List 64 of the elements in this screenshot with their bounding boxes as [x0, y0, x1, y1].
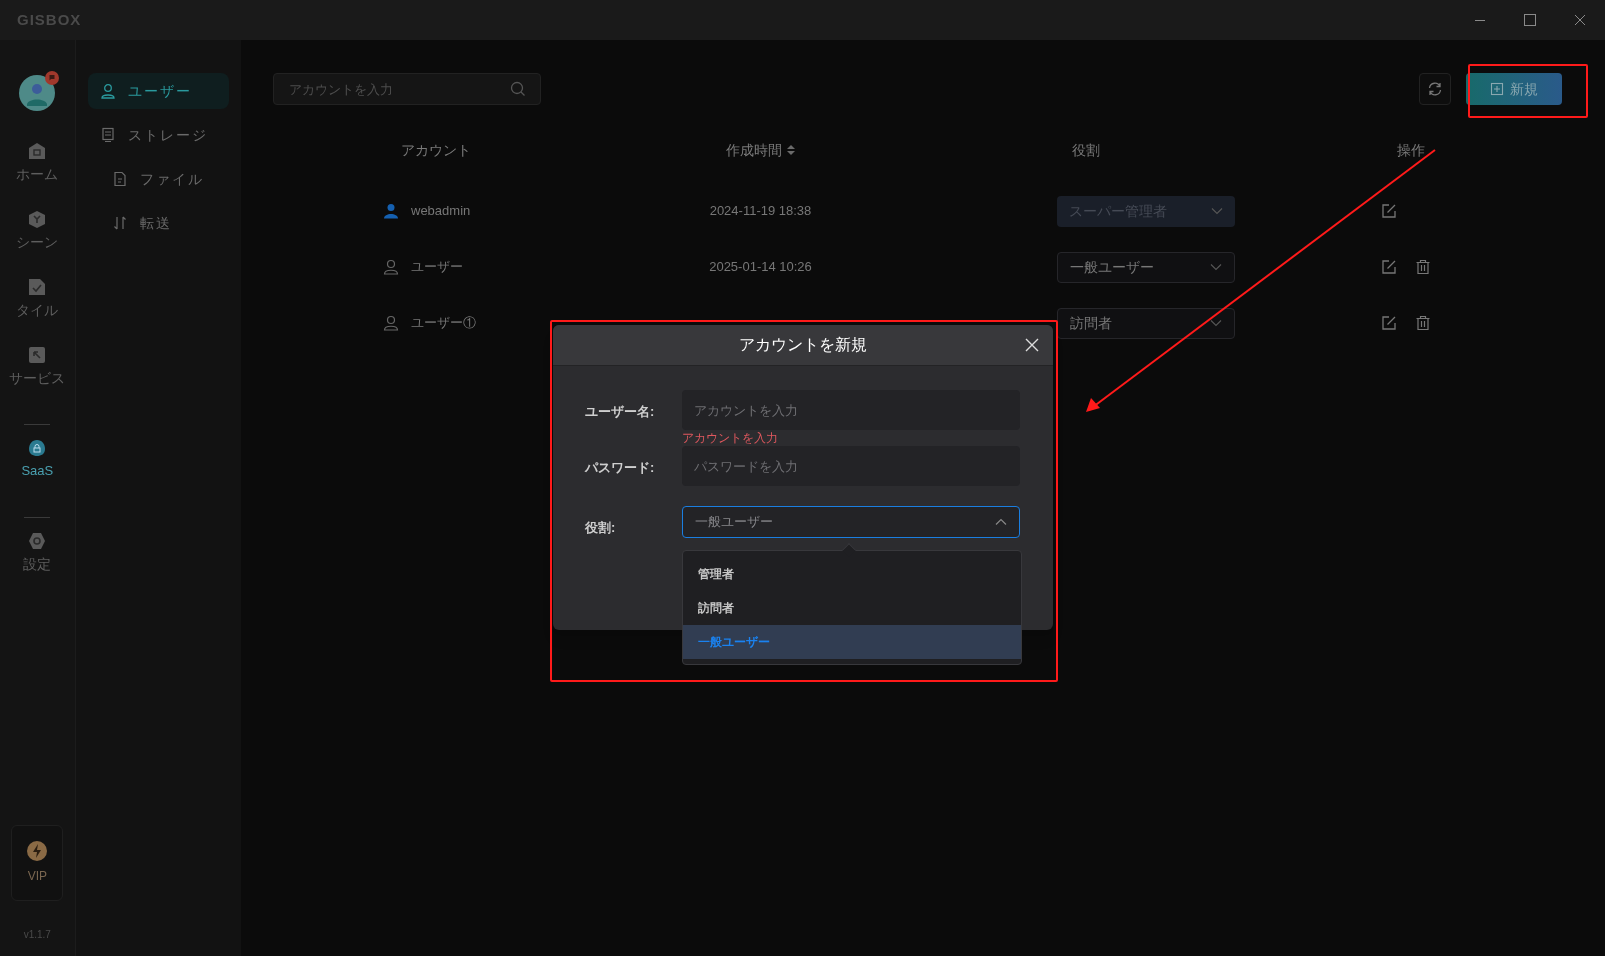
trash-icon[interactable] [1415, 259, 1431, 275]
dialog-title: アカウントを新規 [739, 335, 867, 355]
role-select[interactable]: 訪問者 [1056, 307, 1235, 339]
created-time: 2024-11-19 18:38 [709, 202, 812, 221]
rail-item[interactable]: タイル [0, 276, 75, 344]
rail-item[interactable]: サービス [0, 344, 75, 412]
nav-item[interactable]: 転送 [87, 205, 229, 241]
dropdown-option[interactable]: 一般ユーザー [683, 625, 1021, 659]
refresh-button[interactable] [1419, 73, 1451, 105]
file-icon [111, 171, 128, 187]
input-field[interactable]: アカウントを入力 [682, 390, 1020, 430]
nav-item[interactable]: ストレージ [87, 117, 229, 153]
role-select[interactable]: 一般ユーザー [1056, 251, 1235, 283]
chevron-up-icon [995, 518, 1007, 526]
nav-item[interactable]: ユーザー [87, 73, 229, 109]
account-name: ユーザー [411, 258, 463, 277]
cube-icon [28, 210, 47, 228]
column-header: 操作 [1396, 140, 1425, 160]
rail-item[interactable]: 設定 [0, 530, 75, 598]
field-label: パスワード: [585, 459, 656, 477]
arrow-box-icon [28, 346, 47, 364]
column-header: 作成時間 [725, 140, 782, 160]
edit-icon[interactable] [1381, 259, 1397, 275]
lock-icon [28, 439, 47, 457]
dropdown-option[interactable]: 管理者 [683, 557, 1021, 591]
created-time: 2025-01-14 10:26 [709, 258, 812, 277]
account-name: webadmin [411, 202, 471, 221]
column-header: 役割 [1071, 140, 1100, 160]
server-icon [99, 127, 116, 143]
document-check-icon [28, 278, 47, 296]
refresh-icon[interactable] [1427, 81, 1443, 97]
input-field[interactable]: パスワードを入力 [682, 446, 1020, 486]
edit-icon[interactable] [1381, 315, 1397, 331]
error-message: アカウントを入力 [682, 430, 779, 446]
rail-item[interactable]: SaaS [0, 437, 75, 505]
lightning-icon [27, 841, 48, 861]
new-button[interactable]: 新規 [1466, 73, 1562, 105]
rail-item[interactable]: ホーム [0, 140, 75, 208]
field-label: ユーザー名: [585, 403, 656, 421]
trash-icon[interactable] [1415, 315, 1431, 331]
rail-item[interactable]: シーン [0, 208, 75, 276]
user-icon [383, 259, 399, 275]
user-icon [383, 203, 399, 219]
search-icon [510, 81, 526, 97]
avatar-icon [18, 74, 57, 112]
plus-box-icon [1490, 82, 1504, 96]
close-icon[interactable] [1574, 14, 1586, 26]
user-icon [383, 315, 399, 331]
chevron-down-icon [1209, 263, 1222, 271]
nav-item[interactable]: ファイル [87, 161, 229, 197]
maximize-icon[interactable] [1524, 14, 1536, 26]
chevron-down-icon [1209, 319, 1222, 327]
account-name: ユーザー① [411, 314, 476, 333]
flag-icon [45, 71, 60, 85]
dropdown-option[interactable]: 訪問者 [683, 591, 1021, 625]
column-header: アカウント [400, 140, 471, 160]
house-icon [28, 142, 47, 160]
sort-icon [785, 144, 796, 156]
gear-icon [28, 532, 47, 550]
vip-button[interactable]: VIP [11, 825, 64, 901]
field-label: 役割: [585, 519, 617, 537]
chevron-down-icon [1210, 207, 1223, 215]
user-icon [99, 83, 116, 99]
transfer-icon [111, 215, 128, 231]
